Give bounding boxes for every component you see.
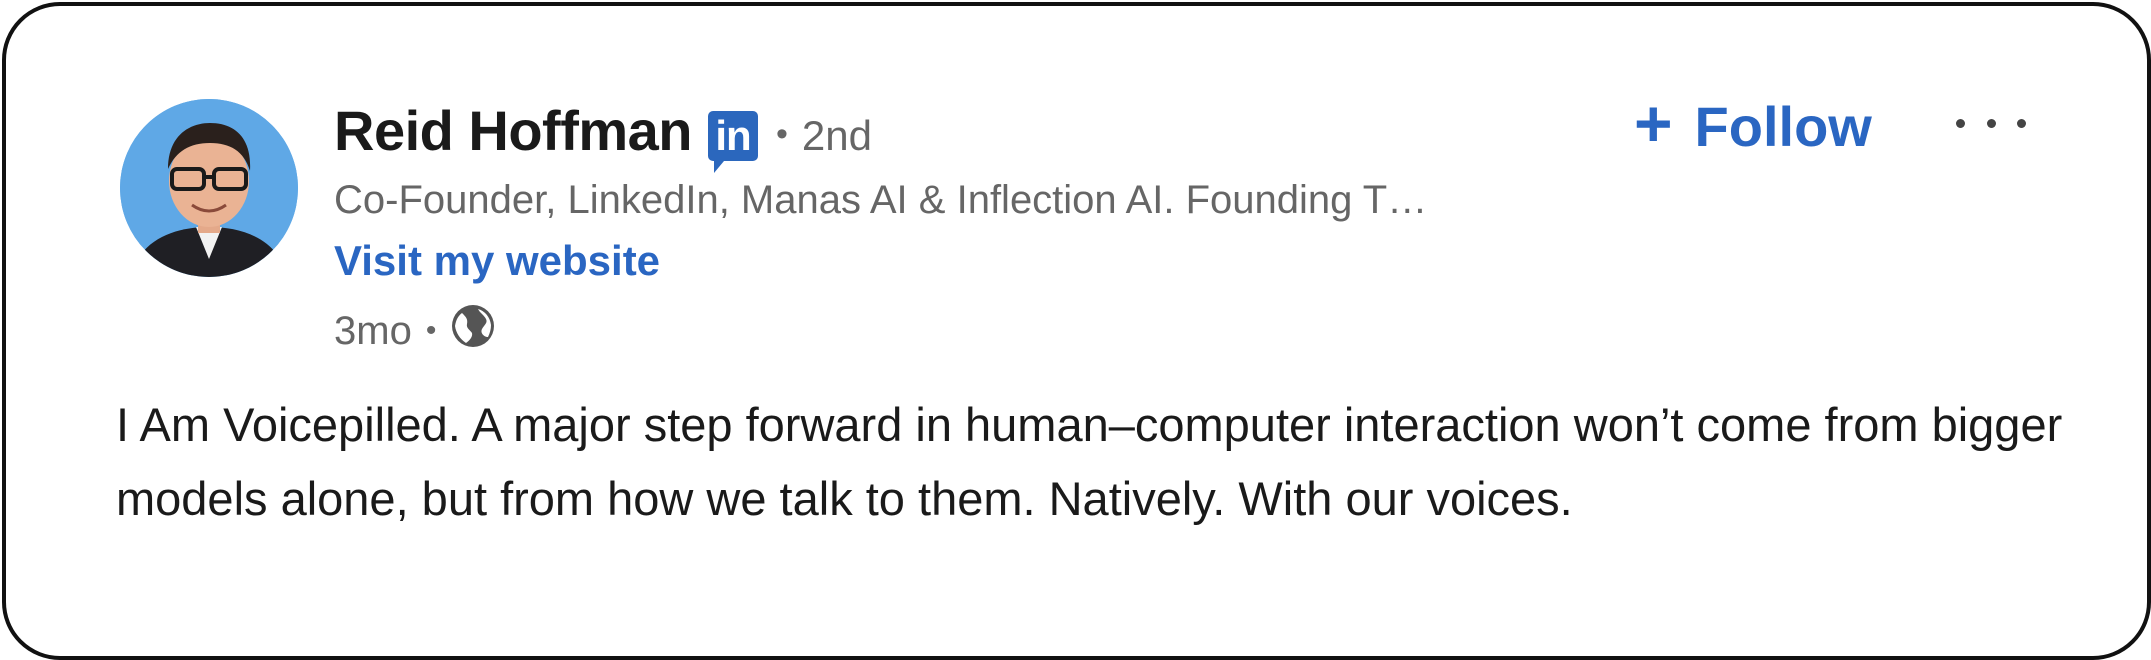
- connection-separator: •: [776, 114, 788, 153]
- globe-icon: [450, 303, 496, 359]
- post-body-text: I Am Voicepilled. A major step forward i…: [116, 398, 2063, 525]
- post-card: Reid Hoffman in • 2nd Co-Founder, Linked…: [2, 2, 2151, 660]
- meta-separator: •: [425, 314, 437, 347]
- avatar[interactable]: [120, 99, 298, 277]
- author-headline: Co-Founder, LinkedIn, Manas AI & Inflect…: [334, 178, 1428, 222]
- post-meta: 3mo •: [334, 303, 1634, 359]
- follow-button[interactable]: + Follow: [1634, 86, 1872, 160]
- ellipsis-dot: [1956, 118, 1965, 128]
- follow-label: Follow: [1694, 94, 1872, 158]
- connection-degree: 2nd: [801, 112, 872, 159]
- ellipsis-dot: [1986, 118, 1996, 128]
- author-name[interactable]: Reid Hoffman: [334, 98, 693, 163]
- ellipsis-dot: [2017, 118, 2026, 128]
- profile-photo: [120, 99, 298, 277]
- visit-website-link[interactable]: Visit my website: [334, 237, 1634, 285]
- more-options-button[interactable]: [1956, 98, 2026, 148]
- post-header: Reid Hoffman in • 2nd Co-Founder, Linked…: [334, 94, 1634, 359]
- plus-icon: +: [1634, 86, 1673, 160]
- linkedin-badge-icon: in: [708, 111, 758, 173]
- post-time: 3mo: [334, 308, 412, 353]
- author-row: Reid Hoffman in • 2nd: [334, 94, 1634, 173]
